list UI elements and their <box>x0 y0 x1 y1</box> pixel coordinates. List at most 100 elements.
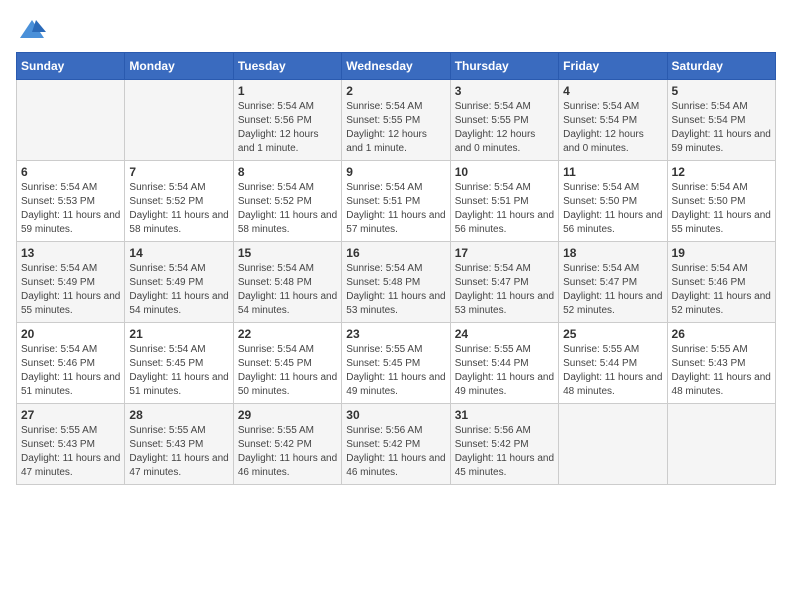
day-header-sunday: Sunday <box>17 53 125 80</box>
day-number: 25 <box>563 327 662 341</box>
day-number: 20 <box>21 327 120 341</box>
day-header-tuesday: Tuesday <box>233 53 341 80</box>
calendar-cell: 20 Sunrise: 5:54 AM Sunset: 5:46 PM Dayli… <box>17 323 125 404</box>
day-info: Sunrise: 5:55 AM Sunset: 5:43 PM Dayligh… <box>129 424 228 480</box>
day-number: 30 <box>346 408 445 422</box>
day-number: 18 <box>563 246 662 260</box>
calendar-cell: 27Sunrise: 5:55 AM Sunset: 5:43 PM Dayli… <box>17 404 125 485</box>
day-number: 8 <box>238 165 337 179</box>
calendar-cell: 31Sunrise: 5:56 AM Sunset: 5:42 PM Dayli… <box>450 404 558 485</box>
day-number: 28 <box>129 408 228 422</box>
calendar-header: SundayMondayTuesdayWednesdayThursdayFrid… <box>17 53 776 80</box>
day-info: Sunrise: 5:54 AM Sunset: 5:55 PM Dayligh… <box>346 100 445 156</box>
calendar-cell <box>559 404 667 485</box>
calendar-cell: 5Sunrise: 5:54 AM Sunset: 5:54 PM Daylig… <box>667 80 775 161</box>
calendar-cell: 25 Sunrise: 5:55 AM Sunset: 5:44 PM Dayli… <box>559 323 667 404</box>
day-number: 19 <box>672 246 771 260</box>
day-info: Sunrise: 5:55 AM Sunset: 5:42 PM Dayligh… <box>238 424 337 480</box>
day-info: Sunrise: 5:54 AM Sunset: 5:46 PM Dayligh… <box>672 262 771 318</box>
calendar-cell: 24 Sunrise: 5:55 AM Sunset: 5:44 PM Dayli… <box>450 323 558 404</box>
day-number: 6 <box>21 165 120 179</box>
calendar-cell: 13 Sunrise: 5:54 AM Sunset: 5:49 PM Dayli… <box>17 242 125 323</box>
day-info: Sunrise: 5:56 AM Sunset: 5:42 PM Dayligh… <box>346 424 445 480</box>
calendar-cell: 12 Sunrise: 5:54 AM Sunset: 5:50 PM Dayli… <box>667 161 775 242</box>
calendar-cell <box>125 80 233 161</box>
logo <box>16 16 46 44</box>
calendar-cell: 7Sunrise: 5:54 AM Sunset: 5:52 PM Daylig… <box>125 161 233 242</box>
calendar-cell: 3 Sunrise: 5:54 AM Sunset: 5:55 PM Daylig… <box>450 80 558 161</box>
day-header-saturday: Saturday <box>667 53 775 80</box>
calendar-cell: 28 Sunrise: 5:55 AM Sunset: 5:43 PM Dayli… <box>125 404 233 485</box>
day-number: 21 <box>129 327 228 341</box>
calendar-week-row: 20 Sunrise: 5:54 AM Sunset: 5:46 PM Dayli… <box>17 323 776 404</box>
calendar-cell: 4 Sunrise: 5:54 AM Sunset: 5:54 PM Daylig… <box>559 80 667 161</box>
calendar-cell: 26Sunrise: 5:55 AM Sunset: 5:43 PM Dayli… <box>667 323 775 404</box>
calendar-week-row: 6 Sunrise: 5:54 AM Sunset: 5:53 PM Daylig… <box>17 161 776 242</box>
day-info: Sunrise: 5:54 AM Sunset: 5:48 PM Dayligh… <box>238 262 337 318</box>
day-header-monday: Monday <box>125 53 233 80</box>
day-number: 17 <box>455 246 554 260</box>
day-number: 31 <box>455 408 554 422</box>
calendar-table: SundayMondayTuesdayWednesdayThursdayFrid… <box>16 52 776 485</box>
day-header-wednesday: Wednesday <box>342 53 450 80</box>
calendar-cell: 11 Sunrise: 5:54 AM Sunset: 5:50 PM Dayli… <box>559 161 667 242</box>
day-info: Sunrise: 5:54 AM Sunset: 5:54 PM Dayligh… <box>563 100 662 156</box>
day-number: 7 <box>129 165 228 179</box>
day-number: 27 <box>21 408 120 422</box>
calendar-cell: 30 Sunrise: 5:56 AM Sunset: 5:42 PM Dayli… <box>342 404 450 485</box>
day-info: Sunrise: 5:55 AM Sunset: 5:44 PM Dayligh… <box>455 343 554 399</box>
day-number: 4 <box>563 84 662 98</box>
day-number: 1 <box>238 84 337 98</box>
calendar-cell: 29 Sunrise: 5:55 AM Sunset: 5:42 PM Dayli… <box>233 404 341 485</box>
calendar-week-row: 1Sunrise: 5:54 AM Sunset: 5:56 PM Daylig… <box>17 80 776 161</box>
day-info: Sunrise: 5:54 AM Sunset: 5:53 PM Dayligh… <box>21 181 120 237</box>
calendar-cell: 10 Sunrise: 5:54 AM Sunset: 5:51 PM Dayli… <box>450 161 558 242</box>
day-number: 14 <box>129 246 228 260</box>
calendar-cell: 16Sunrise: 5:54 AM Sunset: 5:48 PM Dayli… <box>342 242 450 323</box>
day-info: Sunrise: 5:55 AM Sunset: 5:44 PM Dayligh… <box>563 343 662 399</box>
calendar-cell: 1Sunrise: 5:54 AM Sunset: 5:56 PM Daylig… <box>233 80 341 161</box>
day-info: Sunrise: 5:54 AM Sunset: 5:45 PM Dayligh… <box>238 343 337 399</box>
day-header-thursday: Thursday <box>450 53 558 80</box>
day-number: 15 <box>238 246 337 260</box>
day-info: Sunrise: 5:54 AM Sunset: 5:51 PM Dayligh… <box>346 181 445 237</box>
day-info: Sunrise: 5:54 AM Sunset: 5:47 PM Dayligh… <box>563 262 662 318</box>
day-info: Sunrise: 5:54 AM Sunset: 5:50 PM Dayligh… <box>563 181 662 237</box>
calendar-cell <box>17 80 125 161</box>
day-number: 9 <box>346 165 445 179</box>
day-info: Sunrise: 5:54 AM Sunset: 5:52 PM Dayligh… <box>238 181 337 237</box>
day-info: Sunrise: 5:54 AM Sunset: 5:50 PM Dayligh… <box>672 181 771 237</box>
day-header-friday: Friday <box>559 53 667 80</box>
calendar-cell: 19 Sunrise: 5:54 AM Sunset: 5:46 PM Dayli… <box>667 242 775 323</box>
day-number: 29 <box>238 408 337 422</box>
day-info: Sunrise: 5:54 AM Sunset: 5:46 PM Dayligh… <box>21 343 120 399</box>
calendar-week-row: 27 Sunrise: 5:55 AM Sunset: 5:43 PM Dayli… <box>17 404 776 485</box>
day-number: 24 <box>455 327 554 341</box>
calendar-cell <box>667 404 775 485</box>
calendar-week-row: 13 Sunrise: 5:54 AM Sunset: 5:49 PM Dayli… <box>17 242 776 323</box>
calendar-cell: 15 Sunrise: 5:54 AM Sunset: 5:48 PM Dayli… <box>233 242 341 323</box>
calendar-cell: 14Sunrise: 5:54 AM Sunset: 5:49 PM Dayli… <box>125 242 233 323</box>
day-info: Sunrise: 5:55 AM Sunset: 5:45 PM Dayligh… <box>346 343 445 399</box>
day-info: Sunrise: 5:54 AM Sunset: 5:55 PM Dayligh… <box>455 100 554 156</box>
day-number: 2 <box>346 84 445 98</box>
day-info: Sunrise: 5:54 AM Sunset: 5:51 PM Dayligh… <box>455 181 554 237</box>
logo-icon <box>18 16 46 44</box>
calendar-cell: 22 Sunrise: 5:54 AM Sunset: 5:45 PM Dayli… <box>233 323 341 404</box>
day-number: 12 <box>672 165 771 179</box>
calendar-cell: 8 Sunrise: 5:54 AM Sunset: 5:52 PM Daylig… <box>233 161 341 242</box>
day-info: Sunrise: 5:54 AM Sunset: 5:47 PM Dayligh… <box>455 262 554 318</box>
day-number: 10 <box>455 165 554 179</box>
day-info: Sunrise: 5:54 AM Sunset: 5:49 PM Dayligh… <box>21 262 120 318</box>
day-number: 13 <box>21 246 120 260</box>
day-number: 26 <box>672 327 771 341</box>
day-number: 11 <box>563 165 662 179</box>
page-header <box>16 16 776 44</box>
day-info: Sunrise: 5:54 AM Sunset: 5:45 PM Dayligh… <box>129 343 228 399</box>
day-number: 5 <box>672 84 771 98</box>
day-number: 3 <box>455 84 554 98</box>
day-number: 22 <box>238 327 337 341</box>
calendar-cell: 2 Sunrise: 5:54 AM Sunset: 5:55 PM Daylig… <box>342 80 450 161</box>
calendar-cell: 9 Sunrise: 5:54 AM Sunset: 5:51 PM Daylig… <box>342 161 450 242</box>
calendar-cell: 6 Sunrise: 5:54 AM Sunset: 5:53 PM Daylig… <box>17 161 125 242</box>
